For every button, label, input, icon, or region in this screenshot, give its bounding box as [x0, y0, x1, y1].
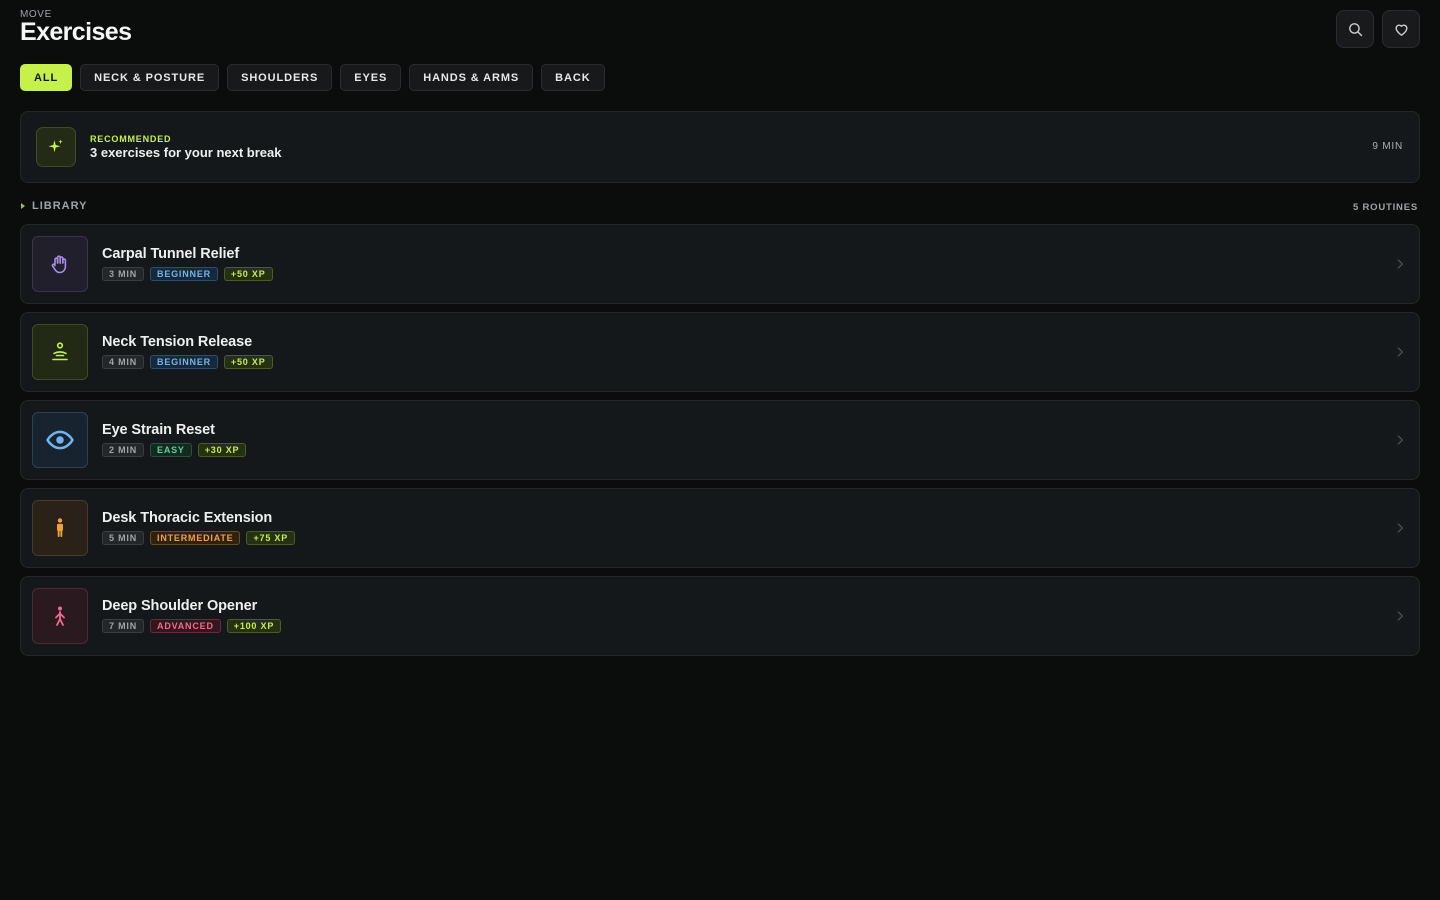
xp-badge: +50 XP	[223, 267, 273, 281]
routine-row-desk-thoracic-extension[interactable]: Desk Thoracic Extension 5 MIN INTERMEDIA…	[20, 488, 1420, 568]
routine-icon-tile	[32, 324, 88, 380]
search-button[interactable]	[1336, 10, 1374, 48]
xp-badge: +100 XP	[226, 619, 282, 633]
routine-icon-tile	[32, 412, 88, 468]
meditation-icon	[52, 342, 68, 361]
library-label: LIBRARY	[32, 200, 88, 212]
routine-icon-tile	[32, 500, 88, 556]
routine-name: Carpal Tunnel Relief	[102, 246, 240, 262]
hand-icon	[51, 255, 67, 274]
difficulty-badge: BEGINNER	[150, 355, 218, 369]
filter-chip-back[interactable]: BACK	[541, 64, 605, 91]
routine-name: Eye Strain Reset	[102, 422, 215, 438]
header-actions	[1336, 10, 1420, 48]
filter-chip-neck-posture[interactable]: NECK & POSTURE	[80, 64, 220, 91]
duration-badge: 4 MIN	[102, 355, 145, 369]
routine-list: Carpal Tunnel Relief 3 MIN BEGINNER +50 …	[20, 224, 1420, 664]
filter-chip-hands-arms[interactable]: HANDS & ARMS	[409, 64, 534, 91]
duration-badge: 7 MIN	[102, 619, 145, 633]
recommended-card[interactable]: RECOMMENDED 3 exercises for your next br…	[20, 111, 1420, 183]
chevron-right-icon	[1397, 611, 1403, 621]
routine-row-carpal-tunnel-relief[interactable]: Carpal Tunnel Relief 3 MIN BEGINNER +50 …	[20, 224, 1420, 304]
routine-count: 5 ROUTINES	[1352, 202, 1418, 213]
eye-icon	[46, 430, 74, 450]
routine-name: Deep Shoulder Opener	[102, 598, 258, 614]
category-filters: ALL NECK & POSTURE SHOULDERS EYES HANDS …	[20, 64, 605, 91]
routine-name: Desk Thoracic Extension	[102, 510, 273, 526]
difficulty-badge: INTERMEDIATE	[150, 531, 241, 545]
page-title: Exercises	[20, 18, 132, 46]
chevron-right-icon	[1397, 347, 1403, 357]
duration-badge: 5 MIN	[102, 531, 145, 545]
xp-badge: +75 XP	[246, 531, 296, 545]
routine-tags: 3 MIN BEGINNER +50 XP	[102, 267, 273, 281]
difficulty-badge: ADVANCED	[150, 619, 221, 633]
routine-icon-tile	[32, 588, 88, 644]
search-icon	[1348, 22, 1362, 36]
chevron-right-icon	[1397, 259, 1403, 269]
routine-row-neck-tension-release[interactable]: Neck Tension Release 4 MIN BEGINNER +50 …	[20, 312, 1420, 392]
routine-row-eye-strain-reset[interactable]: Eye Strain Reset 2 MIN EASY +30 XP	[20, 400, 1420, 480]
exercises-page: MOVE Exercises ALL NECK & POSTURE SHOULD…	[0, 0, 1440, 900]
sparkle-icon	[48, 139, 63, 153]
chevron-right-icon	[1397, 435, 1403, 445]
person-stretch-icon	[55, 606, 65, 626]
caret-right-icon	[21, 203, 25, 209]
recommended-icon-tile	[36, 127, 76, 167]
routine-name: Neck Tension Release	[102, 334, 253, 350]
difficulty-badge: EASY	[150, 443, 192, 457]
filter-chip-shoulders[interactable]: SHOULDERS	[227, 64, 333, 91]
routine-row-deep-shoulder-opener[interactable]: Deep Shoulder Opener 7 MIN ADVANCED +100…	[20, 576, 1420, 656]
routine-tags: 2 MIN EASY +30 XP	[102, 443, 247, 457]
chevron-right-icon	[1397, 523, 1403, 533]
library-header[interactable]: LIBRARY 5 ROUTINES	[20, 200, 1420, 216]
recommended-title: 3 exercises for your next break	[90, 145, 282, 160]
routine-tags: 7 MIN ADVANCED +100 XP	[102, 619, 282, 633]
xp-badge: +30 XP	[197, 443, 247, 457]
heart-icon	[1394, 24, 1408, 36]
duration-badge: 2 MIN	[102, 443, 145, 457]
recommended-label: RECOMMENDED	[90, 134, 172, 144]
page-header: MOVE Exercises	[20, 0, 1420, 62]
filter-chip-all[interactable]: ALL	[20, 64, 73, 91]
difficulty-badge: BEGINNER	[150, 267, 218, 281]
recommended-duration: 9 MIN	[1372, 141, 1403, 152]
routine-icon-tile	[32, 236, 88, 292]
xp-badge: +50 XP	[223, 355, 273, 369]
routine-tags: 4 MIN BEGINNER +50 XP	[102, 355, 273, 369]
favorites-button[interactable]	[1382, 10, 1420, 48]
routine-tags: 5 MIN INTERMEDIATE +75 XP	[102, 531, 296, 545]
duration-badge: 3 MIN	[102, 267, 145, 281]
filter-chip-eyes[interactable]: EYES	[340, 64, 402, 91]
person-standing-icon	[57, 518, 63, 537]
